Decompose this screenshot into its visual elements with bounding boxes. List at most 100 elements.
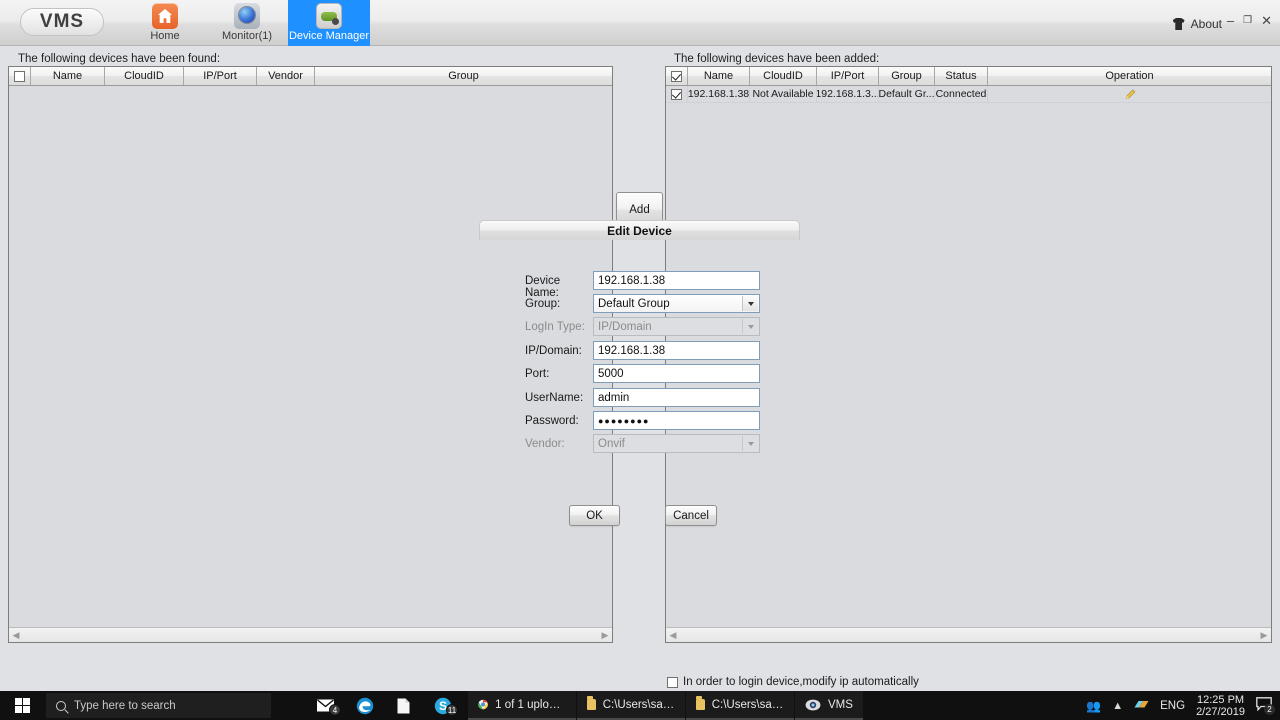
notifications-icon[interactable]: 2 bbox=[1256, 697, 1275, 715]
nav-item-home[interactable]: Home bbox=[124, 0, 206, 46]
chevron-down-icon bbox=[742, 436, 758, 451]
device-name-input[interactable]: 192.168.1.38 bbox=[593, 271, 760, 290]
dialog-title: Edit Device bbox=[479, 220, 800, 240]
found-table-header: Name CloudID IP/Port Vendor Group bbox=[9, 67, 612, 86]
nav-item-home-label: Home bbox=[150, 30, 180, 42]
monitor-icon bbox=[234, 3, 260, 29]
scroll-left-arrow-icon[interactable]: ◀ bbox=[9, 630, 23, 641]
added-col-operation[interactable]: Operation bbox=[988, 67, 1271, 85]
search-icon bbox=[56, 700, 66, 711]
found-devices-table[interactable]: Name CloudID IP/Port Vendor Group ◀ ▶ bbox=[8, 66, 613, 643]
task-label: VMS bbox=[828, 698, 853, 711]
scroll-right-arrow-icon[interactable]: ▶ bbox=[1257, 630, 1271, 641]
folder-icon bbox=[587, 696, 596, 710]
task-label: C:\Users\sales\Des... bbox=[711, 698, 784, 711]
taskbar-search-input[interactable]: Type here to search bbox=[46, 693, 271, 718]
workspace: 0 The following devices have been found:… bbox=[0, 46, 1280, 716]
sync-icon[interactable] bbox=[1134, 698, 1149, 713]
vms-icon bbox=[805, 699, 821, 710]
about-label: About bbox=[1190, 17, 1222, 31]
ip-domain-input[interactable]: 192.168.1.38 bbox=[593, 341, 760, 360]
port-input[interactable]: 5000 bbox=[593, 364, 760, 383]
app-title-bar: VMS Home Monitor(1) Device Manager About… bbox=[0, 0, 1280, 46]
checkbox-glyph bbox=[667, 676, 678, 688]
minimize-button[interactable]: – bbox=[1227, 14, 1234, 27]
taskbar-document-icon[interactable] bbox=[384, 691, 423, 720]
found-col-name[interactable]: Name bbox=[31, 67, 105, 85]
username-input[interactable]: admin bbox=[593, 388, 760, 407]
added-col-ipport[interactable]: IP/Port bbox=[817, 67, 879, 85]
taskbar-task-chrome[interactable]: 1 of 1 uploaded - Y... bbox=[468, 691, 576, 720]
clock-time: 12:25 PM bbox=[1196, 693, 1245, 706]
checkbox-glyph bbox=[671, 88, 682, 100]
nav-item-monitor[interactable]: Monitor(1) bbox=[206, 0, 288, 46]
login-type-select: IP/Domain bbox=[593, 317, 760, 336]
taskbar-task-documents-folder[interactable]: C:\Users\sales\Doc... bbox=[577, 691, 685, 720]
group-select[interactable]: Default Group bbox=[593, 294, 760, 313]
edit-pencil-icon[interactable] bbox=[1125, 89, 1135, 100]
skype-badge: 11 bbox=[446, 704, 458, 716]
clock-date: 2/27/2019 bbox=[1196, 705, 1245, 718]
row-name: 192.168.1.38 bbox=[688, 86, 750, 102]
checkbox-glyph bbox=[14, 70, 25, 82]
start-button[interactable] bbox=[0, 691, 44, 720]
checkbox-glyph bbox=[671, 70, 682, 82]
group-select-value: Default Group bbox=[598, 297, 670, 310]
found-col-vendor[interactable]: Vendor bbox=[257, 67, 315, 85]
people-icon[interactable]: 👥 bbox=[1086, 699, 1101, 713]
added-table-hscrollbar[interactable]: ◀ ▶ bbox=[666, 627, 1271, 642]
chevron-down-icon[interactable] bbox=[742, 296, 758, 311]
task-label: 1 of 1 uploaded - Y... bbox=[495, 698, 566, 711]
added-select-all-checkbox[interactable] bbox=[666, 67, 688, 85]
notifications-badge: 2 bbox=[1264, 704, 1275, 715]
window-controls: – ❐ ✕ bbox=[1227, 14, 1272, 27]
scroll-right-arrow-icon[interactable]: ▶ bbox=[598, 630, 612, 641]
taskbar-edge-icon[interactable] bbox=[345, 691, 384, 720]
close-button[interactable]: ✕ bbox=[1261, 14, 1272, 27]
row-cloudid: Not Available bbox=[750, 86, 817, 102]
nav-item-device-manager-label: Device Manager bbox=[288, 30, 370, 42]
maximize-button[interactable]: ❐ bbox=[1243, 15, 1252, 26]
added-col-status[interactable]: Status bbox=[935, 67, 988, 85]
ok-button[interactable]: OK bbox=[569, 505, 620, 526]
windows-taskbar: Type here to search 4 S 11 1 of 1 upload… bbox=[0, 691, 1280, 720]
vendor-select-value: Onvif bbox=[598, 437, 625, 450]
row-status: Connected bbox=[935, 86, 988, 102]
row-checkbox[interactable] bbox=[666, 86, 688, 102]
taskbar-task-desktop-folder[interactable]: C:\Users\sales\Des... bbox=[686, 691, 794, 720]
added-panel-caption: The following devices have been added: bbox=[674, 53, 880, 65]
nav-item-device-manager[interactable]: Device Manager bbox=[288, 0, 370, 46]
system-tray: 👥 ▲ ENG 12:25 PM 2/27/2019 2 bbox=[1086, 694, 1280, 718]
folder-icon bbox=[696, 696, 705, 710]
taskbar-skype-icon[interactable]: S 11 bbox=[423, 691, 462, 720]
show-hidden-icons-chevron[interactable]: ▲ bbox=[1112, 700, 1123, 712]
task-label: C:\Users\sales\Doc... bbox=[602, 698, 675, 711]
nav-item-monitor-label: Monitor(1) bbox=[221, 30, 273, 42]
found-table-body bbox=[9, 86, 612, 642]
found-panel-caption: The following devices have been found: bbox=[18, 53, 221, 65]
about-button[interactable]: About bbox=[1172, 16, 1222, 32]
added-col-cloudid[interactable]: CloudID bbox=[750, 67, 817, 85]
added-col-name[interactable]: Name bbox=[688, 67, 750, 85]
taskbar-mail-icon[interactable]: 4 bbox=[306, 691, 345, 720]
auto-modify-ip-option[interactable]: In order to login device,modify ip autom… bbox=[667, 676, 919, 688]
found-col-ipport[interactable]: IP/Port bbox=[184, 67, 257, 85]
app-logo: VMS bbox=[20, 8, 104, 36]
added-col-group[interactable]: Group bbox=[879, 67, 935, 85]
found-col-cloudid[interactable]: CloudID bbox=[105, 67, 184, 85]
found-col-group[interactable]: Group bbox=[315, 67, 612, 85]
password-input[interactable]: ●●●●●●●● bbox=[593, 411, 760, 430]
windows-logo-icon bbox=[14, 698, 30, 713]
taskbar-task-vms[interactable]: VMS bbox=[795, 691, 863, 720]
row-group: Default Gr... bbox=[879, 86, 935, 102]
table-row[interactable]: 192.168.1.38 Not Available 192.168.1.3..… bbox=[666, 86, 1271, 103]
clock[interactable]: 12:25 PM 2/27/2019 bbox=[1196, 694, 1245, 718]
tshirt-icon bbox=[1172, 18, 1185, 30]
language-indicator[interactable]: ENG bbox=[1160, 700, 1185, 712]
found-table-hscrollbar[interactable]: ◀ ▶ bbox=[9, 627, 612, 642]
added-table-header: Name CloudID IP/Port Group Status Operat… bbox=[666, 67, 1271, 86]
scroll-left-arrow-icon[interactable]: ◀ bbox=[666, 630, 680, 641]
vendor-select: Onvif bbox=[593, 434, 760, 453]
found-select-all-checkbox[interactable] bbox=[9, 67, 31, 85]
cancel-button[interactable]: Cancel bbox=[665, 505, 717, 526]
